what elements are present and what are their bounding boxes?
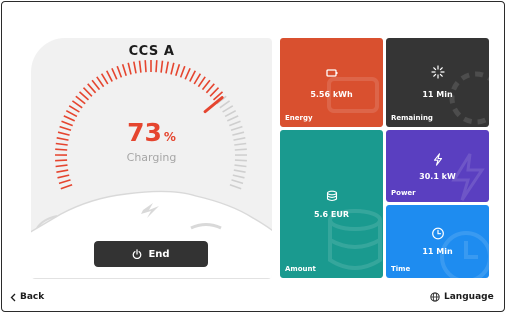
tile-energy: 5.56 kWh Energy bbox=[280, 38, 383, 127]
gauge-tick bbox=[65, 109, 78, 118]
back-button[interactable]: Back bbox=[10, 292, 44, 302]
gauge-tick bbox=[144, 60, 147, 73]
gauge-tick bbox=[82, 87, 93, 97]
gauge-tick bbox=[197, 76, 206, 88]
gauge-tick bbox=[231, 179, 244, 185]
gauge-tick bbox=[127, 62, 132, 75]
end-button[interactable]: End bbox=[94, 241, 208, 267]
power-label: Power bbox=[391, 189, 416, 197]
language-button[interactable]: Language bbox=[430, 292, 494, 302]
battery-icon bbox=[325, 69, 337, 77]
gauge-tick bbox=[155, 60, 158, 73]
gauge-tick bbox=[234, 148, 247, 151]
gauge-tick bbox=[189, 70, 197, 82]
charge-status: Charging bbox=[126, 151, 177, 164]
gauge-tick bbox=[121, 64, 127, 77]
gauge-tick bbox=[60, 183, 73, 190]
gauge-tick bbox=[222, 105, 234, 113]
charging-card: CCS A 73% Charging End bbox=[31, 38, 272, 279]
energy-label: Energy bbox=[285, 114, 313, 122]
gauge-tick bbox=[105, 70, 113, 82]
gauge-tick bbox=[78, 91, 90, 101]
tile-power: 30.1 kW Power bbox=[386, 130, 489, 202]
clock-icon bbox=[431, 227, 444, 240]
charge-percent-unit: % bbox=[163, 130, 176, 144]
gauge-tick bbox=[229, 183, 242, 190]
gauge-tick bbox=[170, 62, 175, 75]
gauge-tick bbox=[234, 164, 247, 168]
gauge-tick bbox=[175, 64, 181, 77]
tile-time: 11 Min Time bbox=[386, 205, 489, 278]
remaining-label: Remaining bbox=[391, 114, 433, 122]
gauge-tick bbox=[56, 169, 69, 173]
tile-amount: 5.6 EUR Amount bbox=[280, 130, 383, 278]
globe-icon bbox=[430, 292, 440, 302]
gauge-tick bbox=[179, 65, 186, 78]
end-button-label: End bbox=[148, 248, 170, 260]
gauge-tick bbox=[193, 73, 202, 85]
gauge-tick bbox=[71, 100, 83, 109]
time-label: Time bbox=[391, 265, 411, 273]
language-label: Language bbox=[444, 292, 494, 302]
gauge-tick bbox=[116, 65, 123, 78]
gauge-tick bbox=[184, 67, 191, 80]
gauge-tick bbox=[58, 179, 71, 185]
gauge-tick bbox=[232, 174, 245, 179]
amount-value: 5.6 EUR bbox=[313, 210, 350, 219]
gauge-tick bbox=[133, 61, 137, 74]
power-value: 30.1 kW bbox=[419, 172, 456, 181]
power-icon bbox=[133, 249, 142, 259]
gauge-tick bbox=[75, 95, 86, 105]
tile-remaining: 11 Min Remaining bbox=[386, 38, 489, 127]
gauge-tick bbox=[96, 76, 105, 88]
lightning-icon bbox=[433, 153, 442, 166]
chevron-left-icon bbox=[10, 293, 16, 301]
gauge-tick bbox=[165, 61, 169, 74]
time-value: 11 Min bbox=[422, 247, 453, 256]
gauge-tick bbox=[160, 60, 164, 73]
back-label: Back bbox=[20, 292, 45, 302]
gauge-tick bbox=[55, 164, 68, 168]
gauge-tick bbox=[111, 67, 118, 80]
charger-title: CCS A bbox=[128, 44, 175, 59]
gauge-tick bbox=[55, 148, 68, 151]
gauge-tick bbox=[91, 79, 101, 91]
energy-value: 5.56 kWh bbox=[310, 90, 353, 99]
gauge-tick bbox=[205, 83, 215, 94]
gauge-tick bbox=[87, 83, 97, 94]
remaining-value: 11 Min bbox=[422, 90, 453, 99]
gauge-tick bbox=[233, 169, 246, 173]
gauge-tick bbox=[68, 105, 80, 113]
gauge-tick bbox=[224, 109, 237, 118]
charge-percent-value: 73 bbox=[127, 118, 162, 147]
amount-label: Amount bbox=[285, 265, 316, 273]
gauge-tick bbox=[209, 87, 220, 97]
gauge-tick bbox=[138, 60, 142, 73]
loading-icon bbox=[430, 65, 445, 79]
coins-icon bbox=[326, 190, 337, 202]
gauge-tick bbox=[57, 174, 70, 179]
gauge-tick bbox=[201, 79, 211, 91]
gauge-tick bbox=[219, 100, 231, 109]
gauge-tick bbox=[100, 73, 109, 85]
charge-percent: 73% bbox=[31, 118, 272, 147]
